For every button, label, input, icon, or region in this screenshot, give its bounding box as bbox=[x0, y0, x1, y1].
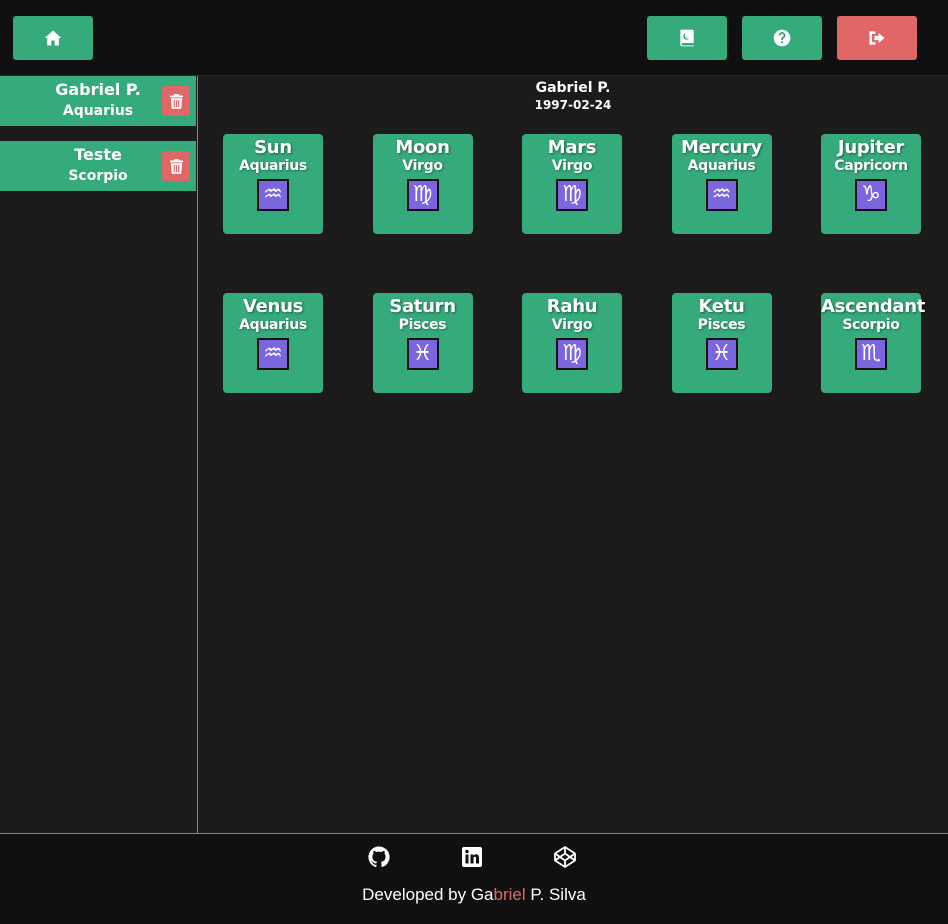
placement-card: Saturn Pisces ♓ bbox=[372, 293, 473, 393]
placement-card: Rahu Virgo ♍ bbox=[522, 293, 622, 393]
saved-charts-sidebar: Gabriel P. Aquarius Teste Scorpio bbox=[0, 76, 198, 833]
help-button[interactable] bbox=[742, 16, 822, 60]
scorpio-icon: ♏ bbox=[855, 338, 887, 370]
codepen-icon bbox=[554, 846, 576, 868]
placement-card: Sun Aquarius ♒ bbox=[223, 134, 323, 234]
planet-name: Mercury bbox=[681, 137, 762, 158]
book-icon bbox=[680, 29, 694, 47]
chart-person-name: Gabriel P. bbox=[535, 80, 611, 96]
planet-name: Venus bbox=[243, 296, 303, 317]
planet-name: Mars bbox=[547, 137, 597, 158]
placement-card: Venus Aquarius ♒ bbox=[223, 293, 323, 393]
sign-name: Pisces bbox=[398, 317, 447, 333]
sidebar-item-person[interactable]: Gabriel P. Aquarius bbox=[0, 76, 196, 126]
capricorn-icon: ♑ bbox=[855, 179, 887, 211]
placement-card: Moon Virgo ♍ bbox=[372, 134, 473, 234]
trash-icon bbox=[169, 93, 183, 109]
credit-suffix: P. Silva bbox=[525, 885, 586, 904]
delete-person-button[interactable] bbox=[162, 151, 190, 181]
planet-name: Moon bbox=[395, 137, 450, 158]
virgo-icon: ♍ bbox=[406, 179, 439, 211]
planet-name: Sun bbox=[254, 137, 292, 158]
github-icon bbox=[368, 846, 390, 868]
sign-name: Virgo bbox=[551, 317, 593, 333]
linkedin-link[interactable] bbox=[459, 844, 485, 870]
sign-name: Aquarius bbox=[687, 158, 756, 174]
delete-person-button[interactable] bbox=[162, 86, 190, 116]
logout-button[interactable] bbox=[837, 16, 917, 60]
sign-name: Virgo bbox=[551, 158, 593, 174]
home-icon bbox=[44, 30, 62, 46]
developer-credit: Developed by Gabriel P. Silva bbox=[0, 885, 948, 905]
top-navbar bbox=[0, 0, 948, 76]
planet-name: Jupiter bbox=[837, 137, 905, 158]
sign-name: Aquarius bbox=[239, 317, 307, 333]
planet-name: Rahu bbox=[546, 296, 598, 317]
github-link[interactable] bbox=[366, 844, 392, 870]
aquarius-icon: ♒ bbox=[257, 179, 289, 211]
planet-name: Saturn bbox=[389, 296, 456, 317]
planet-name: Ascendant bbox=[821, 296, 926, 317]
placement-card: Ketu Pisces ♓ bbox=[671, 293, 772, 393]
sidebar-item-person[interactable]: Teste Scorpio bbox=[0, 141, 196, 191]
placement-card: Jupiter Capricorn ♑ bbox=[821, 134, 921, 234]
sign-name: Aquarius bbox=[239, 158, 307, 174]
placement-card: Mars Virgo ♍ bbox=[522, 134, 622, 234]
aquarius-icon: ♒ bbox=[257, 338, 289, 370]
placement-card: Ascendant Scorpio ♏ bbox=[821, 293, 926, 393]
book-button[interactable] bbox=[647, 16, 727, 60]
home-button[interactable] bbox=[13, 16, 93, 60]
aquarius-icon: ♒ bbox=[705, 179, 738, 211]
virgo-icon: ♍ bbox=[556, 338, 588, 370]
sign-name: Capricorn bbox=[834, 158, 908, 174]
pisces-icon: ♓ bbox=[705, 338, 738, 370]
pisces-icon: ♓ bbox=[406, 338, 439, 370]
credit-prefix: Developed by Ga bbox=[362, 885, 494, 904]
sign-name: Scorpio bbox=[842, 317, 900, 333]
trash-icon bbox=[169, 158, 183, 174]
placement-card: Mercury Aquarius ♒ bbox=[671, 134, 772, 234]
sign-name: Virgo bbox=[402, 158, 443, 174]
placements-grid: Sun Aquarius ♒ Moon Virgo ♍ Mars Virgo ♍… bbox=[223, 134, 926, 393]
footer: Developed by Gabriel P. Silva bbox=[0, 833, 948, 924]
sign-out-icon bbox=[869, 31, 885, 45]
question-circle-icon bbox=[773, 29, 791, 47]
chart-panel: Gabriel P. 1997-02-24 Sun Aquarius ♒ Moo… bbox=[198, 76, 948, 833]
linkedin-icon bbox=[462, 847, 482, 867]
codepen-link[interactable] bbox=[552, 844, 578, 870]
planet-name: Ketu bbox=[698, 296, 745, 317]
virgo-icon: ♍ bbox=[556, 179, 588, 211]
credit-highlight: briel bbox=[493, 885, 526, 904]
chart-birth-date: 1997-02-24 bbox=[534, 98, 612, 112]
sign-name: Pisces bbox=[697, 317, 746, 333]
